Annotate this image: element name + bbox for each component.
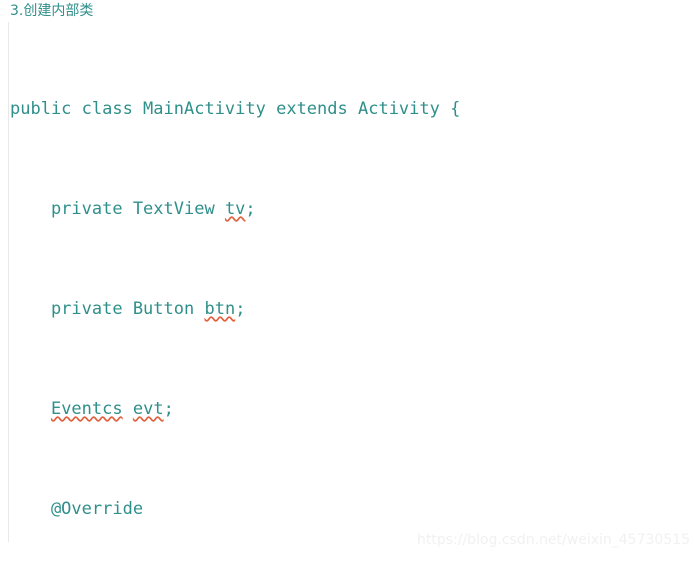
left-gutter-rule [8,22,9,542]
code-line: private Button btn; [10,299,246,319]
page-title: 3.创建内部类 [10,3,94,19]
code-snippet-page: 3.创建内部类 public class MainActivity extend… [0,0,695,565]
watermark-url: https://blog.csdn.net/weixin_45730515 [417,532,691,548]
code-line: @Override [10,499,144,519]
code-line: private TextView tv; [10,199,256,219]
code-line: Eventcs evt; [50,399,174,419]
code-block: public class MainActivity extends Activi… [10,22,695,565]
code-line: public class MainActivity extends Activi… [10,99,461,119]
